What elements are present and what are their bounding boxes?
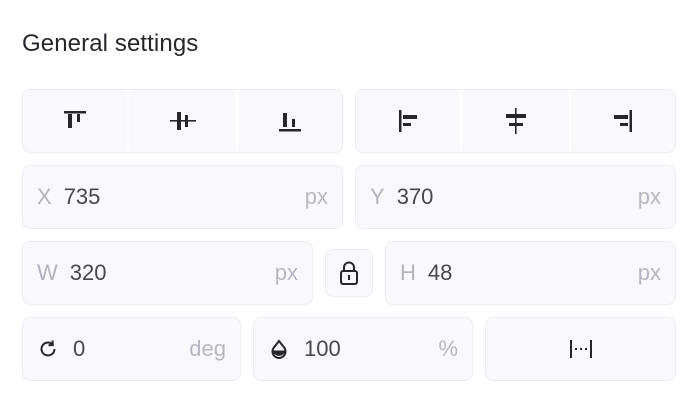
opacity-value[interactable]: 100 [304,336,438,362]
width-label: W [37,260,58,285]
height-unit: px [637,260,661,285]
y-unit: px [637,184,661,209]
opacity-drop-icon [268,338,290,360]
align-left-icon [394,107,422,135]
y-position-field[interactable]: Y 370 px [355,165,676,229]
rotate-icon [37,338,59,360]
width-unit: px [274,260,298,285]
align-top-icon [61,107,89,135]
lock-icon [338,260,360,286]
align-vertical-center-icon [168,107,198,135]
rotation-unit: deg [189,336,226,361]
align-right-button[interactable] [569,90,674,151]
align-horizontal-center-icon [502,106,530,136]
align-right-icon [609,107,637,135]
aspect-lock-button[interactable] [325,249,373,297]
rotation-field[interactable]: 0 deg [22,317,241,381]
height-field[interactable]: H 48 px [385,241,676,305]
align-bottom-icon [276,107,304,135]
x-position-field[interactable]: X 735 px [22,165,343,229]
rotation-value[interactable]: 0 [73,336,189,362]
panel-title: General settings [22,30,199,57]
align-horizontal-center-button[interactable] [460,90,569,151]
distribute-spacing-icon [567,337,595,361]
width-field[interactable]: W 320 px [22,241,313,305]
y-label: Y [370,184,385,209]
height-value[interactable]: 48 [428,260,638,286]
align-vertical-center-button[interactable] [127,90,236,151]
align-top-button[interactable] [23,90,127,151]
x-unit: px [304,184,328,209]
align-left-button[interactable] [356,90,460,151]
y-value[interactable]: 370 [397,184,638,210]
spacing-button[interactable] [485,317,676,381]
vertical-align-group [22,89,343,153]
opacity-field[interactable]: 100 % [253,317,473,381]
align-bottom-button[interactable] [236,90,341,151]
width-value[interactable]: 320 [70,260,275,286]
height-label: H [400,260,416,285]
x-value[interactable]: 735 [64,184,305,210]
x-label: X [37,184,52,209]
horizontal-align-group [355,89,676,153]
opacity-unit: % [438,336,458,361]
